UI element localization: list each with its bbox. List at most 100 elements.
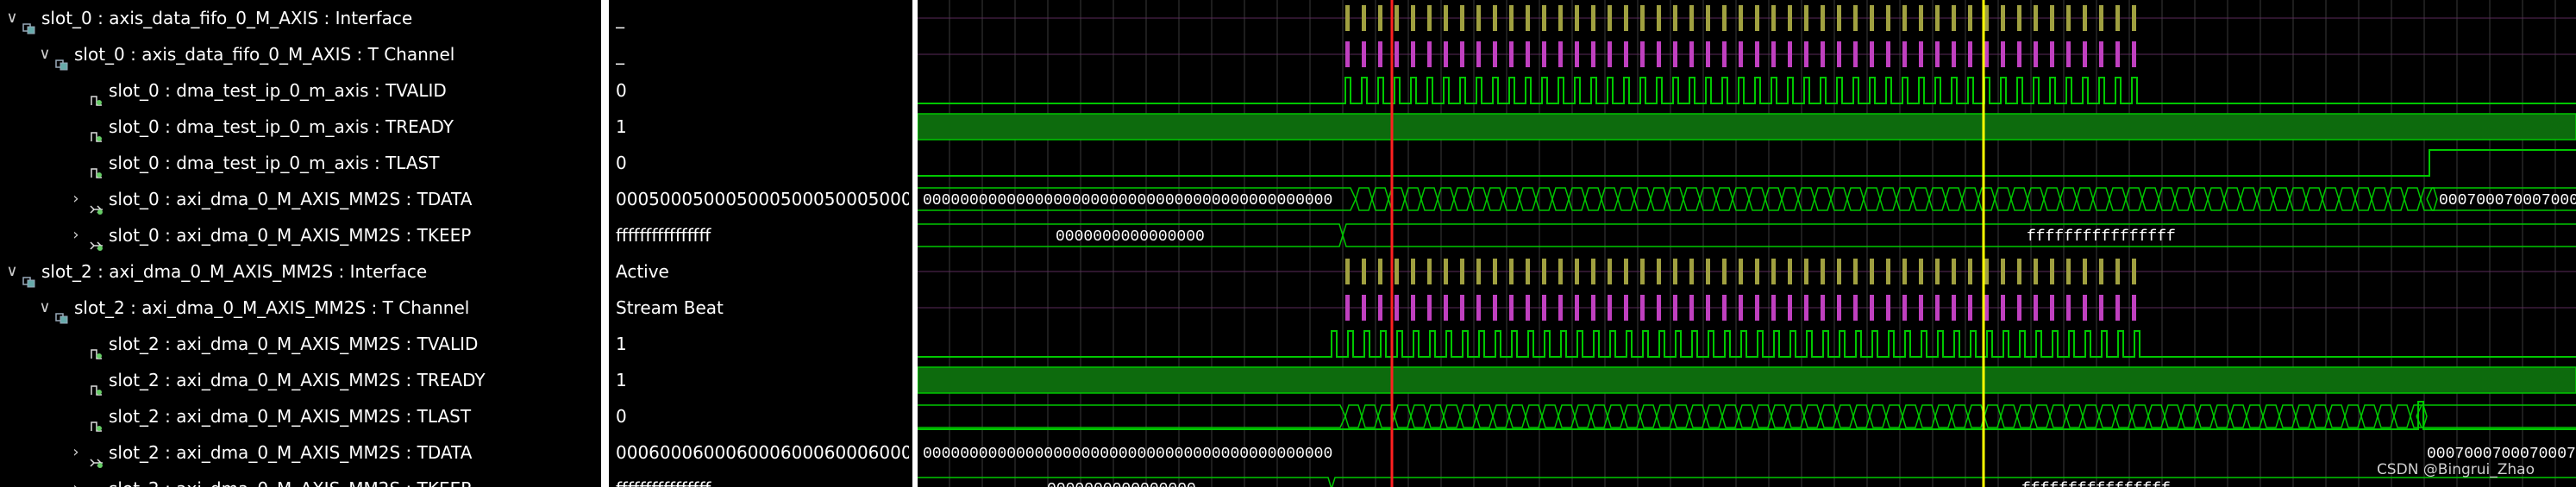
burst-pulse: [1984, 5, 1989, 31]
burst-pulse: [1526, 5, 1530, 31]
burst-pulse: [2034, 5, 2038, 31]
burst-pulse: [1935, 5, 1940, 31]
bus-cell: [1568, 187, 1586, 211]
signal-value: 1: [616, 370, 627, 390]
bus-cell: [1443, 404, 1461, 428]
burst-pulse: [1427, 295, 1432, 321]
bus-cell: [1355, 187, 1373, 211]
burst-pulse: [1657, 259, 1661, 284]
burst-pulse: [1952, 295, 1956, 321]
bus-cell: [1607, 404, 1625, 428]
burst-pulse: [1657, 5, 1661, 31]
panel-splitter-left[interactable]: [601, 0, 609, 487]
signal-row[interactable]: › slot_2 : axi_dma_0_M_AXIS_MM2S : TKEEP: [0, 471, 601, 487]
signal-row[interactable]: slot_2 : axi_dma_0_M_AXIS_MM2S : TVALID: [0, 326, 601, 362]
burst-pulse: [1804, 295, 1808, 321]
bus-cell: [1846, 187, 1865, 211]
burst-pulse: [1722, 41, 1727, 67]
burst-pulse: [2050, 41, 2054, 67]
expand-chevron-icon[interactable]: ›: [67, 471, 85, 487]
burst-pulse: [2115, 259, 2120, 284]
burst-pulse: [1362, 41, 1366, 67]
collapse-chevron-icon[interactable]: ∨: [36, 290, 53, 326]
bus-cell: [1961, 187, 1979, 211]
burst-pulse: [1345, 259, 1350, 284]
burst-pulse: [1771, 259, 1776, 284]
burst-pulse: [1362, 295, 1366, 321]
bus-cell: [1836, 404, 1854, 428]
burst-pulse: [1755, 295, 1759, 321]
burst-pulse: [1853, 295, 1858, 321]
signal-row[interactable]: slot_2 : axi_dma_0_M_AXIS_MM2S : TLAST: [0, 398, 601, 434]
burst-pulse: [1591, 41, 1595, 67]
bus-cell: [1420, 187, 1438, 211]
tdata-value-label: 00070007000700070007: [2439, 192, 2576, 209]
burst-pulse: [2132, 295, 2136, 321]
burst-pulse: [1608, 259, 1612, 284]
bus-cell: [1470, 187, 1488, 211]
burst-pulse: [1902, 295, 1907, 321]
burst-pulse: [1837, 295, 1841, 321]
burst-pulse: [2083, 259, 2087, 284]
bus-signal-icon: [90, 446, 103, 468]
bus-cell: [1830, 187, 1848, 211]
signal-row[interactable]: › slot_2 : axi_dma_0_M_AXIS_MM2S : TDATA: [0, 434, 601, 471]
collapse-chevron-icon[interactable]: ∨: [36, 36, 53, 72]
expand-chevron-icon[interactable]: ›: [67, 217, 85, 253]
signal-row[interactable]: ∨ slot_0 : axis_data_fifo_0_M_AXIS : Inte…: [0, 0, 601, 36]
waveform-viewer[interactable]: 0000000000000000000000000000000000000000…: [918, 0, 2576, 487]
bus-segment: [2416, 404, 2576, 428]
burst-pulse: [1395, 5, 1399, 31]
signal-row[interactable]: slot_2 : axi_dma_0_M_AXIS_MM2S : TREADY: [0, 362, 601, 398]
signal-row[interactable]: › slot_0 : axi_dma_0_M_AXIS_MM2S : TKEEP: [0, 217, 601, 253]
burst-pulse: [2001, 5, 2005, 31]
burst-pulse: [1657, 295, 1661, 321]
signal-row[interactable]: slot_0 : dma_test_ip_0_m_axis : TLAST: [0, 145, 601, 181]
burst-pulse: [1591, 259, 1595, 284]
burst-pulse: [1739, 5, 1743, 31]
burst-pulse: [1378, 41, 1382, 67]
signal-row[interactable]: ∨ slot_2 : axi_dma_0_M_AXIS_MM2S : T Chan…: [0, 290, 601, 326]
burst-pulse: [2099, 259, 2103, 284]
burst-pulse: [1722, 5, 1727, 31]
expand-chevron-icon[interactable]: ›: [67, 181, 85, 217]
burst-pulse: [1542, 41, 1546, 67]
burst-pulse: [1575, 5, 1579, 31]
burst-pulse: [1460, 41, 1464, 67]
bus-cell: [2295, 404, 2313, 428]
bus-cell: [2164, 404, 2182, 428]
burst-pulse: [1509, 295, 1514, 321]
bus-cell: [1896, 187, 1914, 211]
burst-pulse: [1591, 5, 1595, 31]
signal-value: 00050005000500050005000500050005: [616, 189, 909, 209]
bus-cell: [1715, 187, 1733, 211]
burst-pulse: [2083, 5, 2087, 31]
signal-row[interactable]: ∨ slot_0 : axis_data_fifo_0_M_AXIS : T Ch…: [0, 36, 601, 72]
bus-cell: [2010, 187, 2028, 211]
bus-cell: [2229, 404, 2247, 428]
bus-cell: [2360, 404, 2379, 428]
burst-pulse: [1509, 41, 1514, 67]
burst-pulse: [1575, 41, 1579, 67]
collapse-chevron-icon[interactable]: ∨: [3, 0, 21, 36]
burst-pulse: [1870, 295, 1874, 321]
signal-row[interactable]: slot_0 : dma_test_ip_0_m_axis : TVALID: [0, 72, 601, 109]
burst-pulse: [2050, 5, 2054, 31]
bit-signal-icon: [90, 337, 103, 359]
burst-pulse: [1853, 41, 1858, 67]
signal-row[interactable]: ∨ slot_2 : axi_dma_0_M_AXIS_MM2S : Interf…: [0, 253, 601, 290]
burst-pulse: [2099, 295, 2103, 321]
burst-pulse: [1935, 259, 1940, 284]
burst-pulse: [1476, 41, 1481, 67]
bus-cell: [2240, 187, 2258, 211]
signal-row[interactable]: › slot_0 : axi_dma_0_M_AXIS_MM2S : TDATA: [0, 181, 601, 217]
signal-row[interactable]: slot_0 : dma_test_ip_0_m_axis : TREADY: [0, 109, 601, 145]
collapse-chevron-icon[interactable]: ∨: [3, 253, 21, 290]
burst-pulse: [1984, 295, 1989, 321]
burst-pulse: [1755, 259, 1759, 284]
expand-chevron-icon[interactable]: ›: [67, 434, 85, 471]
signal-value: Active: [616, 261, 669, 282]
burst-pulse: [1919, 5, 1923, 31]
bus-cell: [1639, 404, 1658, 428]
bus-cell: [2289, 187, 2307, 211]
